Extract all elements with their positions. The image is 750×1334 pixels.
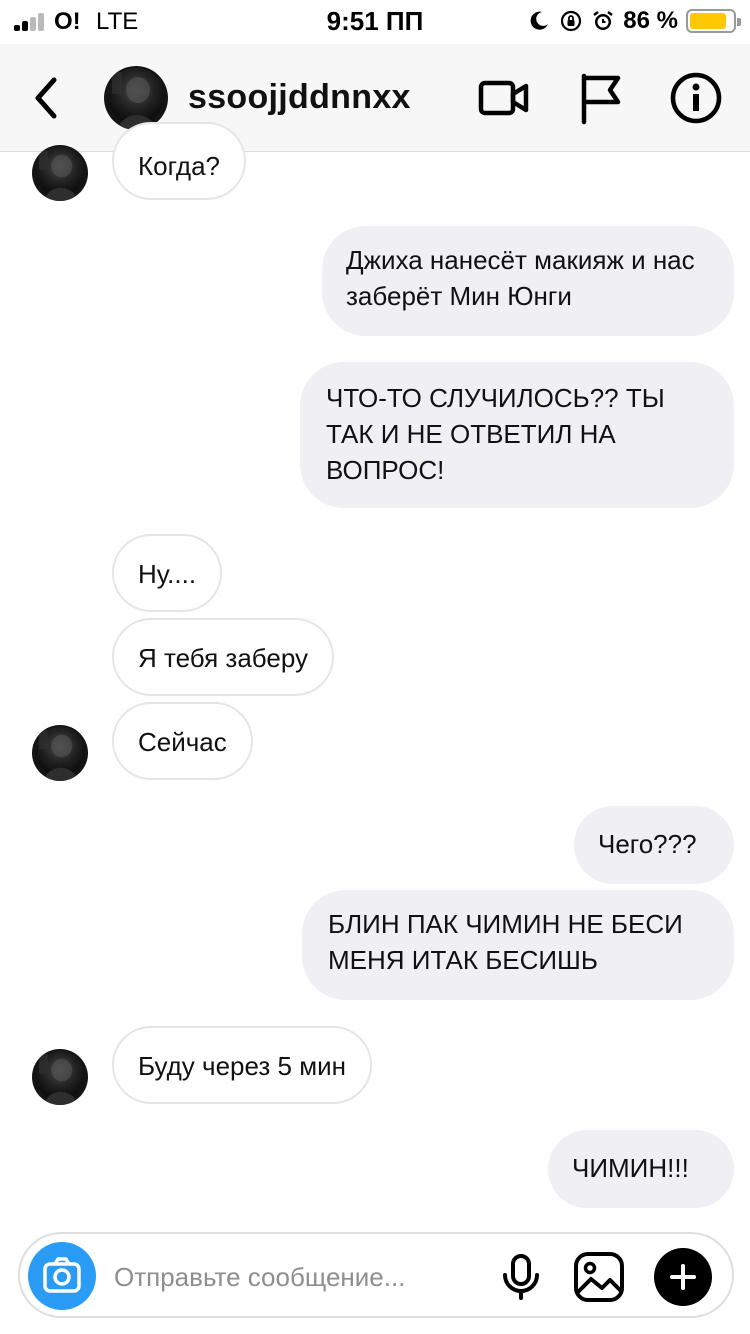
message-out[interactable]: Чего??? <box>574 806 734 884</box>
plus-icon <box>670 1264 696 1290</box>
status-right-group: 86 % <box>527 6 741 36</box>
camera-icon <box>43 1257 81 1293</box>
message-out[interactable]: Джиха нанесёт макияж и нас заберёт Мин Ю… <box>322 226 734 336</box>
plus-button[interactable] <box>654 1248 712 1306</box>
message-in[interactable]: Ну.... <box>112 534 223 612</box>
alarm-icon <box>593 11 614 30</box>
message-in[interactable]: Буду через 5 мин <box>112 1026 372 1104</box>
flag-icon[interactable] <box>574 70 630 126</box>
message-composer <box>18 1232 734 1318</box>
battery-icon <box>686 9 741 33</box>
message-out[interactable]: БЛИН ПАК ЧИМИН НЕ БЕСИ МЕНЯ ИТАК БЕСИШЬ <box>302 890 734 1000</box>
sender-avatar <box>32 1049 88 1105</box>
chat-header: ssoojjddnnxx <box>0 44 750 152</box>
message-in[interactable]: Когда? <box>112 122 247 200</box>
orientation-lock-icon <box>561 10 582 32</box>
camera-button[interactable] <box>28 1242 96 1310</box>
chat-username[interactable]: ssoojjddnnxx <box>188 78 411 117</box>
message-out[interactable]: ЧТО-ТО СЛУЧИЛОСЬ?? ТЫ ТАК И НЕ ОТВЕТИЛ Н… <box>300 362 734 508</box>
sender-avatar <box>32 145 88 201</box>
sender-avatar <box>32 725 88 781</box>
microphone-icon[interactable] <box>494 1250 548 1304</box>
moon-icon <box>530 11 549 30</box>
message-in[interactable]: Сейчас <box>112 702 253 780</box>
header-avatar[interactable] <box>104 66 168 130</box>
status-bar: O! LTE 9:51 ПП 86 % <box>0 0 750 44</box>
message-input[interactable] <box>114 1257 484 1297</box>
battery-percent: 86 % <box>623 7 678 34</box>
video-camera-icon[interactable] <box>476 70 532 126</box>
info-icon[interactable] <box>668 70 724 126</box>
message-in[interactable]: Я тебя заберу <box>112 618 335 696</box>
battery-fill <box>690 13 727 29</box>
gallery-icon[interactable] <box>572 1250 626 1304</box>
back-chevron-icon[interactable] <box>24 70 70 126</box>
message-out[interactable]: ЧИМИН!!! <box>548 1130 734 1208</box>
